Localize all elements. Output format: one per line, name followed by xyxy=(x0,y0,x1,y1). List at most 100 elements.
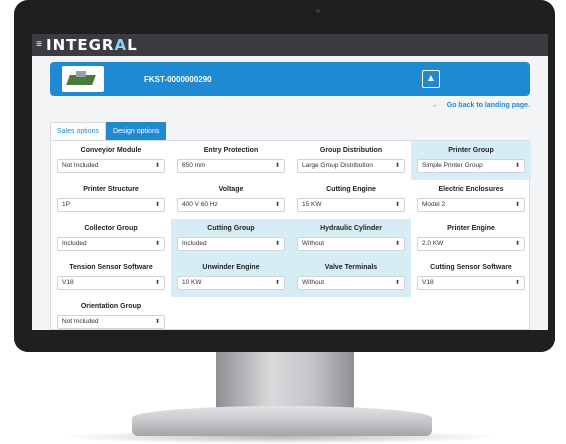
option-select[interactable]: Not Included ⬍ xyxy=(57,159,165,173)
option-select[interactable]: Included ⬍ xyxy=(177,237,285,251)
option-select[interactable]: 1P ⬍ xyxy=(57,198,165,212)
option-value: Large Group Distribution xyxy=(302,162,373,169)
option-cell: Voltage 400 V 60 Hz ⬍ xyxy=(171,180,291,219)
option-cell: Printer Structure 1P ⬍ xyxy=(51,180,171,219)
upload-icon[interactable]: ▲ xyxy=(422,70,440,88)
tab-sales-options[interactable]: Sales options xyxy=(50,122,107,140)
app-logo[interactable]: INTEGRAL xyxy=(46,36,138,54)
option-label: Printer Engine xyxy=(447,225,495,232)
dropdown-caret-icon: ⬍ xyxy=(274,241,280,247)
option-label: Conveyior Module xyxy=(80,147,142,154)
back-to-landing-link[interactable]: ← Go back to landing page. xyxy=(432,102,530,109)
option-label: Valve Terminals xyxy=(324,264,378,271)
option-cell: Collector Group Included ⬍ xyxy=(51,219,171,258)
option-cell: Cutting Engine 15 KW ⬍ xyxy=(291,180,411,219)
option-cell: Electric Enclosures Model 2 ⬍ xyxy=(411,180,531,219)
dropdown-caret-icon: ⬍ xyxy=(154,319,160,325)
dropdown-caret-icon: ⬍ xyxy=(394,241,400,247)
option-label: Group Distribution xyxy=(319,147,383,154)
dropdown-caret-icon: ⬍ xyxy=(514,163,520,169)
option-value: Model 2 xyxy=(422,201,446,208)
option-value: Not Included xyxy=(62,162,99,169)
design-options-grid: Conveyior Module Not Included ⬍ Entry Prote… xyxy=(50,140,531,330)
option-label: Orientation Group xyxy=(80,303,142,310)
option-cell: Hydraulic Cylinder Without ⬍ xyxy=(291,219,411,258)
option-value: 10 KW xyxy=(182,279,202,286)
product-banner: FKST-0000000290 ▲ xyxy=(50,62,530,96)
option-label: Printer Structure xyxy=(83,186,139,193)
option-cell: Tension Sensor Software V18 ⬍ xyxy=(51,258,171,297)
dropdown-caret-icon: ⬍ xyxy=(394,280,400,286)
option-value: Simple Printer Group xyxy=(422,162,483,169)
option-value: Without xyxy=(302,240,325,247)
option-cell: Printer Engine 2.0 KW ⬍ xyxy=(411,219,531,258)
option-cell: Conveyior Module Not Included ⬍ xyxy=(51,141,171,180)
option-cell: Valve Terminals Without ⬍ xyxy=(291,258,411,297)
option-select[interactable]: 650 mm ⬍ xyxy=(177,159,285,173)
product-thumbnail xyxy=(62,66,104,92)
option-select[interactable]: V18 ⬍ xyxy=(57,276,165,290)
option-value: Included xyxy=(62,240,87,247)
top-bar: ≡ INTEGRAL xyxy=(32,34,548,56)
dropdown-caret-icon: ⬍ xyxy=(154,241,160,247)
dropdown-caret-icon: ⬍ xyxy=(154,280,160,286)
option-label: Hydraulic Cylinder xyxy=(320,225,382,232)
option-cell: Orientation Group Not Included ⬍ xyxy=(51,297,171,330)
menu-icon[interactable]: ≡ xyxy=(32,34,46,56)
dropdown-caret-icon: ⬍ xyxy=(274,163,280,169)
options-tabs: Sales options Design options xyxy=(50,122,167,140)
option-value: 15 KW xyxy=(302,201,322,208)
option-select[interactable]: Included ⬍ xyxy=(57,237,165,251)
option-cell: Printer Group Simple Printer Group ⬍ xyxy=(411,141,531,180)
option-select[interactable]: 400 V 60 Hz ⬍ xyxy=(177,198,285,212)
option-select[interactable]: Model 2 ⬍ xyxy=(417,198,525,212)
dropdown-caret-icon: ⬍ xyxy=(274,280,280,286)
option-label: Unwinder Engine xyxy=(202,264,260,271)
option-value: Included xyxy=(182,240,207,247)
option-value: 1P xyxy=(62,201,70,208)
option-select[interactable]: Simple Printer Group ⬍ xyxy=(417,159,525,173)
option-label: Collector Group xyxy=(84,225,138,232)
option-select[interactable]: Without ⬍ xyxy=(297,276,405,290)
dropdown-caret-icon: ⬍ xyxy=(274,202,280,208)
option-cell: Group Distribution Large Group Distributi… xyxy=(291,141,411,180)
product-code: FKST-0000000290 xyxy=(144,74,212,84)
monitor-chin xyxy=(14,330,555,352)
dropdown-caret-icon: ⬍ xyxy=(154,163,160,169)
dropdown-caret-icon: ⬍ xyxy=(394,202,400,208)
dropdown-caret-icon: ⬍ xyxy=(514,241,520,247)
option-label: Printer Group xyxy=(448,147,494,154)
option-label: Cutting Group xyxy=(207,225,255,232)
arrow-left-icon: ← xyxy=(431,102,439,109)
option-label: Cutting Engine xyxy=(326,186,376,193)
option-cell: Cutting Sensor Software V18 ⬍ xyxy=(411,258,531,297)
option-value: Without xyxy=(302,279,325,286)
option-label: Voltage xyxy=(218,186,244,193)
dropdown-caret-icon: ⬍ xyxy=(514,280,520,286)
option-select[interactable]: 15 KW ⬍ xyxy=(297,198,405,212)
option-label: Tension Sensor Software xyxy=(69,264,153,271)
option-value: Not Included xyxy=(62,318,99,325)
option-label: Cutting Sensor Software xyxy=(430,264,512,271)
option-select[interactable]: Not Included ⬍ xyxy=(57,315,165,329)
monitor-stand-neck xyxy=(216,352,354,412)
option-cell: Unwinder Engine 10 KW ⬍ xyxy=(171,258,291,297)
webcam xyxy=(316,9,320,13)
option-select[interactable]: 2.0 KW ⬍ xyxy=(417,237,525,251)
option-value: 400 V 60 Hz xyxy=(182,201,218,208)
tab-design-options[interactable]: Design options xyxy=(106,122,167,140)
option-cell: Cutting Group Included ⬍ xyxy=(171,219,291,258)
dropdown-caret-icon: ⬍ xyxy=(154,202,160,208)
screen: ≡ INTEGRAL FKST-0000000290 ▲ ← Go back to… xyxy=(32,34,548,330)
option-value: V18 xyxy=(422,279,434,286)
option-select[interactable]: 10 KW ⬍ xyxy=(177,276,285,290)
option-value: 650 mm xyxy=(182,162,206,169)
option-value: 2.0 KW xyxy=(422,240,444,247)
dropdown-caret-icon: ⬍ xyxy=(514,202,520,208)
option-select[interactable]: Without ⬍ xyxy=(297,237,405,251)
option-select[interactable]: Large Group Distribution ⬍ xyxy=(297,159,405,173)
option-value: V18 xyxy=(62,279,74,286)
dropdown-caret-icon: ⬍ xyxy=(394,163,400,169)
option-select[interactable]: V18 ⬍ xyxy=(417,276,525,290)
option-cell: Entry Protection 650 mm ⬍ xyxy=(171,141,291,180)
